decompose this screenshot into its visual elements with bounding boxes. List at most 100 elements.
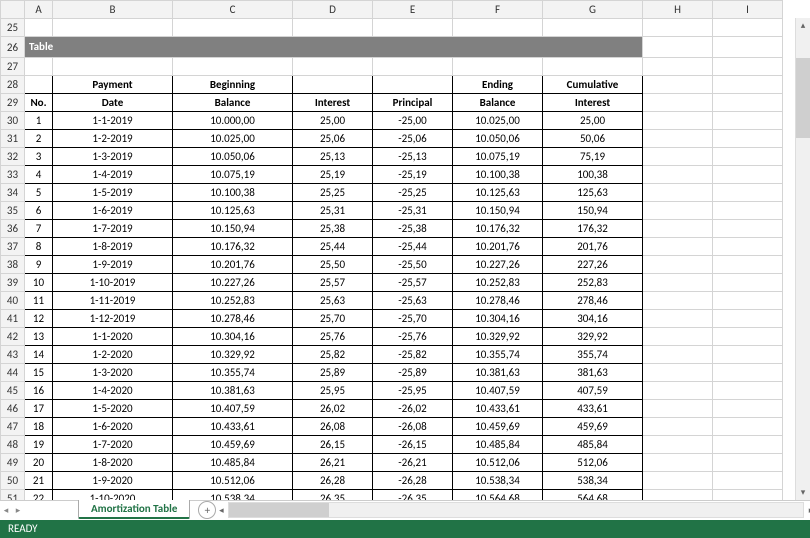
cell-H38[interactable] [643,256,713,274]
cell-A32[interactable]: 3 [25,148,53,166]
cell-E45[interactable]: -25,95 [373,382,453,400]
cell-C40[interactable]: 10.252,83 [173,292,293,310]
row-header[interactable]: 36 [1,220,25,238]
cell-I49[interactable] [713,454,783,472]
cell-C48[interactable]: 10.459,69 [173,436,293,454]
cell-F48[interactable]: 10.485,84 [453,436,543,454]
cell-C29[interactable]: Balance [173,94,293,112]
cell-E28[interactable] [373,76,453,94]
cell-D42[interactable]: 25,76 [293,328,373,346]
cell-H27[interactable] [643,58,713,76]
cell-C50[interactable]: 10.512,06 [173,472,293,490]
cell-D38[interactable]: 25,50 [293,256,373,274]
cell-H35[interactable] [643,202,713,220]
cell-A28[interactable] [25,76,53,94]
cell-B46[interactable]: 1-5-2020 [53,400,173,418]
cell-H41[interactable] [643,310,713,328]
column-header-B[interactable]: B [53,1,173,19]
cell-C31[interactable]: 10.025,00 [173,130,293,148]
cell-I28[interactable] [713,76,783,94]
cell-A44[interactable]: 15 [25,364,53,382]
cell-E29[interactable]: Principal [373,94,453,112]
cell-A39[interactable]: 10 [25,274,53,292]
cell-A47[interactable]: 18 [25,418,53,436]
row-header[interactable]: 39 [1,274,25,292]
horizontal-scroll-thumb[interactable] [229,503,329,517]
cell-B36[interactable]: 1-7-2019 [53,220,173,238]
cell-E43[interactable]: -25,82 [373,346,453,364]
cell-H50[interactable] [643,472,713,490]
cell-F45[interactable]: 10.407,59 [453,382,543,400]
cell-B32[interactable]: 1-3-2019 [53,148,173,166]
cell-I51[interactable] [713,490,783,500]
cell-H45[interactable] [643,382,713,400]
cell-H48[interactable] [643,436,713,454]
cell-C33[interactable]: 10.075,19 [173,166,293,184]
cell-C47[interactable]: 10.433,61 [173,418,293,436]
cell-E30[interactable]: -25,00 [373,112,453,130]
cell-H43[interactable] [643,346,713,364]
cell-B35[interactable]: 1-6-2019 [53,202,173,220]
cell-I27[interactable] [713,58,783,76]
cell-D49[interactable]: 26,21 [293,454,373,472]
cell-G43[interactable]: 355,74 [543,346,643,364]
row-header[interactable]: 51 [1,490,25,500]
cell-F30[interactable]: 10.025,00 [453,112,543,130]
cell-D40[interactable]: 25,63 [293,292,373,310]
cell-B43[interactable]: 1-2-2020 [53,346,173,364]
cell-G48[interactable]: 485,84 [543,436,643,454]
cell-A29[interactable]: No. [25,94,53,112]
cell-G34[interactable]: 125,63 [543,184,643,202]
cell-B33[interactable]: 1-4-2019 [53,166,173,184]
cell-B31[interactable]: 1-2-2019 [53,130,173,148]
cell-F49[interactable]: 10.512,06 [453,454,543,472]
cell-I50[interactable] [713,472,783,490]
cell-A37[interactable]: 8 [25,238,53,256]
cell-F47[interactable]: 10.459,69 [453,418,543,436]
row-header[interactable]: 25 [1,19,25,37]
cell-H47[interactable] [643,418,713,436]
cell-C43[interactable]: 10.329,92 [173,346,293,364]
cell-E49[interactable]: -26,21 [373,454,453,472]
cell-G29[interactable]: Interest [543,94,643,112]
cell-D43[interactable]: 25,82 [293,346,373,364]
row-header[interactable]: 38 [1,256,25,274]
cell-C39[interactable]: 10.227,26 [173,274,293,292]
cell-A51[interactable]: 22 [25,490,53,500]
cell-F36[interactable]: 10.176,32 [453,220,543,238]
cell-H32[interactable] [643,148,713,166]
row-header[interactable]: 43 [1,346,25,364]
cell-C42[interactable]: 10.304,16 [173,328,293,346]
table-title[interactable]: Table [25,37,643,58]
row-header[interactable]: 45 [1,382,25,400]
cell-E34[interactable]: -25,25 [373,184,453,202]
scroll-right-icon[interactable]: ▸ [804,503,810,517]
cell-B41[interactable]: 1-12-2019 [53,310,173,328]
cell-H39[interactable] [643,274,713,292]
row-header[interactable]: 32 [1,148,25,166]
cell-A27[interactable] [25,58,53,76]
column-header-C[interactable]: C [173,1,293,19]
row-header[interactable]: 41 [1,310,25,328]
column-header-E[interactable]: E [373,1,453,19]
cell-B25[interactable] [53,19,173,37]
cell-B34[interactable]: 1-5-2019 [53,184,173,202]
cell-A25[interactable] [25,19,53,37]
cell-B37[interactable]: 1-8-2019 [53,238,173,256]
cell-D33[interactable]: 25,19 [293,166,373,184]
cell-G28[interactable]: Cumulative [543,76,643,94]
cell-F40[interactable]: 10.278,46 [453,292,543,310]
cell-C51[interactable]: 10.538,34 [173,490,293,500]
cell-I34[interactable] [713,184,783,202]
cell-F46[interactable]: 10.433,61 [453,400,543,418]
cell-E32[interactable]: -25,13 [373,148,453,166]
row-header[interactable]: 29 [1,94,25,112]
cell-D41[interactable]: 25,70 [293,310,373,328]
cell-D28[interactable] [293,76,373,94]
cell-I48[interactable] [713,436,783,454]
cell-A41[interactable]: 12 [25,310,53,328]
cell-G46[interactable]: 433,61 [543,400,643,418]
cell-B50[interactable]: 1-9-2020 [53,472,173,490]
row-header[interactable]: 31 [1,130,25,148]
cell-A46[interactable]: 17 [25,400,53,418]
